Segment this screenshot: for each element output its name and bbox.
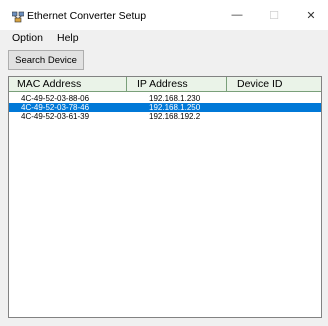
title-bar[interactable]: Ethernet Converter Setup — ☐ ✕ (0, 0, 328, 30)
device-list[interactable]: MAC Address IP Address Device ID 4C-49-5… (8, 76, 322, 318)
menu-help[interactable]: Help (57, 32, 79, 44)
minimize-button[interactable]: — (218, 4, 256, 26)
menu-bar: Option Help (0, 30, 328, 46)
window-title: Ethernet Converter Setup (27, 10, 147, 22)
ip-address-cell: 192.168.1.230 (149, 94, 201, 103)
window-bottom-edge (0, 318, 328, 326)
close-icon: ✕ (306, 9, 316, 22)
maximize-button[interactable]: ☐ (255, 4, 293, 26)
ip-address-cell: 192.168.192.2 (149, 112, 201, 121)
mac-address-cell: 4C-49-52-03-61-39 (21, 112, 90, 121)
app-window: Ethernet Converter Setup — ☐ ✕ Option He… (0, 0, 328, 326)
list-header: MAC Address IP Address Device ID (9, 77, 321, 92)
mac-address-cell: 4C-49-52-03-78-46 (21, 103, 90, 112)
menu-option[interactable]: Option (12, 32, 43, 44)
ip-address-cell: 192.168.1.250 (149, 103, 201, 112)
column-header-mac[interactable]: MAC Address (9, 77, 127, 91)
maximize-icon: ☐ (269, 9, 279, 22)
table-row[interactable]: 4C-49-52-03-78-46 192.168.1.250 (9, 103, 321, 112)
minimize-icon: — (231, 9, 243, 21)
close-button[interactable]: ✕ (292, 4, 328, 26)
search-device-button[interactable]: Search Device (8, 50, 84, 70)
table-row[interactable]: 4C-49-52-03-88-06 192.168.1.230 (9, 94, 321, 103)
toolbar: Search Device (0, 46, 328, 76)
column-header-device-id[interactable]: Device ID (227, 77, 321, 91)
table-row[interactable]: 4C-49-52-03-61-39 192.168.192.2 (9, 112, 321, 121)
network-app-icon (12, 11, 24, 23)
column-header-ip[interactable]: IP Address (127, 77, 227, 91)
mac-address-cell: 4C-49-52-03-88-06 (21, 94, 90, 103)
